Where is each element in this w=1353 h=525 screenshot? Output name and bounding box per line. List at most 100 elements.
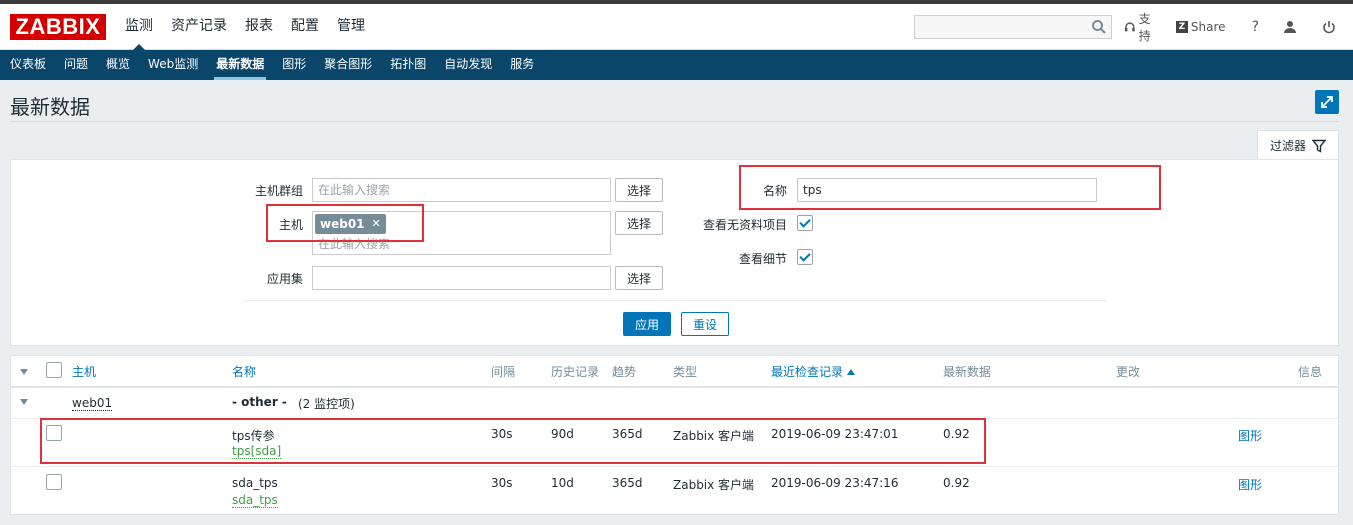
collapse-group-icon[interactable] [20,399,28,405]
subnav-services[interactable]: 服务 [500,50,540,80]
group-host-link[interactable]: web01 [72,396,113,411]
show-no-data-checkbox[interactable] [797,215,813,231]
hostgroup-input[interactable] [312,178,611,202]
sub-nav: 仪表板 问题 概览 Web监测 最新数据 图形 聚合图形 拓扑图 自动发现 服务 [0,50,1353,80]
filter-divider [243,300,1107,301]
subnav-latest-data[interactable]: 最新数据 [206,50,270,80]
group-count: (2 监控项) [298,397,355,411]
reset-button[interactable]: 重设 [681,312,729,336]
logout-link[interactable] [1322,20,1339,34]
nav-inventory[interactable]: 资产记录 [162,4,236,50]
support-link[interactable]: 支持 [1124,10,1162,44]
share-link[interactable]: Z Share [1175,20,1226,34]
filter-tab[interactable]: 过滤器 [1257,130,1339,160]
item-history: 90d [551,427,574,441]
filter-panel: 主机群组 选择 主机 web01 ✕ 在此输入搜索 选择 应用集 选择 名称 查… [10,159,1339,346]
subnav-graphs[interactable]: 图形 [272,50,312,80]
host-tag: web01 ✕ [315,214,386,234]
item-last-value: 0.92 [943,476,970,490]
item-graph-link[interactable]: 图形 [1238,476,1262,493]
latest-data-table: 主机 名称 间隔 历史记录 趋势 类型 最近检查记录 最新数据 更改 信息 we… [10,355,1339,515]
headset-icon [1124,22,1135,32]
row-checkbox[interactable] [46,474,62,490]
subnav-maps[interactable]: 拓扑图 [380,50,432,80]
nav-monitoring[interactable]: 监测 [116,4,162,50]
row-divider [11,466,1338,467]
col-last-value: 最新数据 [943,365,992,379]
host-select-button[interactable]: 选择 [615,211,663,235]
col-name[interactable]: 名称 [232,363,256,380]
profile-link[interactable] [1283,20,1300,34]
subnav-dashboard[interactable]: 仪表板 [0,50,52,80]
col-interval: 间隔 [491,365,516,379]
host-label: 主机 [278,218,303,232]
help-link[interactable]: ? [1252,19,1259,35]
power-icon [1323,21,1335,34]
main-nav: 监测 资产记录 报表 配置 管理 [116,4,374,50]
collapse-all-icon[interactable] [20,369,28,375]
col-type: 类型 [673,365,698,379]
item-last-check: 2019-06-09 23:47:01 [771,427,899,441]
nav-administration[interactable]: 管理 [328,4,374,50]
subnav-discovery[interactable]: 自动发现 [434,50,498,80]
col-last-check[interactable]: 最近检查记录 [771,363,855,380]
item-type: Zabbix 客户端 [673,429,755,443]
show-details-checkbox[interactable] [797,249,813,265]
subnav-problems[interactable]: 问题 [54,50,94,80]
application-select-button[interactable]: 选择 [615,266,663,290]
item-type: Zabbix 客户端 [673,478,755,492]
row-checkbox[interactable] [46,425,62,441]
filter-icon [1312,139,1326,153]
apply-button[interactable]: 应用 [623,312,671,336]
subnav-overview[interactable]: 概览 [96,50,136,80]
share-label: Share [1190,20,1226,34]
global-search [914,15,1112,39]
col-change: 更改 [1116,365,1141,379]
item-name: sda_tps [232,476,278,490]
search-icon[interactable] [1091,19,1107,35]
item-interval: 30s [491,476,513,490]
host-tag-label: web01 [320,217,365,231]
show-details-label: 查看细节 [738,252,787,266]
row-divider [11,418,1338,419]
item-trends: 365d [612,476,643,490]
item-key[interactable]: sda_tps [232,493,278,508]
col-history: 历史记录 [551,365,600,379]
nav-reports[interactable]: 报表 [236,4,282,50]
expand-icon [1321,96,1333,108]
fullscreen-button[interactable] [1315,90,1339,114]
item-key[interactable]: tps[sda] [232,444,282,459]
user-icon [1284,21,1296,33]
global-search-input[interactable] [915,16,1085,38]
item-graph-link[interactable]: 图形 [1238,427,1262,444]
subnav-screens[interactable]: 聚合图形 [314,50,378,80]
name-input[interactable] [797,178,1097,202]
group-label: - other - [232,395,287,409]
close-icon[interactable]: ✕ [372,214,381,234]
zabbix-share-icon: Z [1175,21,1188,33]
header-divider [11,386,1338,388]
zabbix-logo[interactable]: ZABBIX [10,14,106,40]
subnav-web[interactable]: Web监测 [138,50,204,80]
hostgroup-select-button[interactable]: 选择 [615,178,663,202]
item-history: 10d [551,476,574,490]
item-last-check: 2019-06-09 23:47:16 [771,476,899,490]
select-all-checkbox[interactable] [46,362,62,378]
item-name: tps传参 [232,429,275,443]
show-no-data-label: 查看无资料项目 [702,218,787,232]
nav-configuration[interactable]: 配置 [282,4,328,50]
header: ZABBIX 监测 资产记录 报表 配置 管理 支持 Z Share ? [0,4,1353,50]
page-title: 最新数据 [10,95,90,119]
sort-asc-icon [846,369,855,375]
host-multiselect[interactable]: web01 ✕ 在此输入搜索 [312,211,611,255]
header-links: 支持 Z Share ? [1124,4,1353,50]
col-last-check-label: 最近检查记录 [771,365,844,379]
help-label: ? [1251,19,1259,35]
filter-tab-label: 过滤器 [1269,139,1306,153]
item-trends: 365d [612,427,643,441]
col-info: 信息 [1298,365,1323,379]
name-label: 名称 [762,184,787,198]
col-host[interactable]: 主机 [72,363,96,380]
support-label: 支持 [1138,12,1151,43]
application-input[interactable] [312,266,611,290]
